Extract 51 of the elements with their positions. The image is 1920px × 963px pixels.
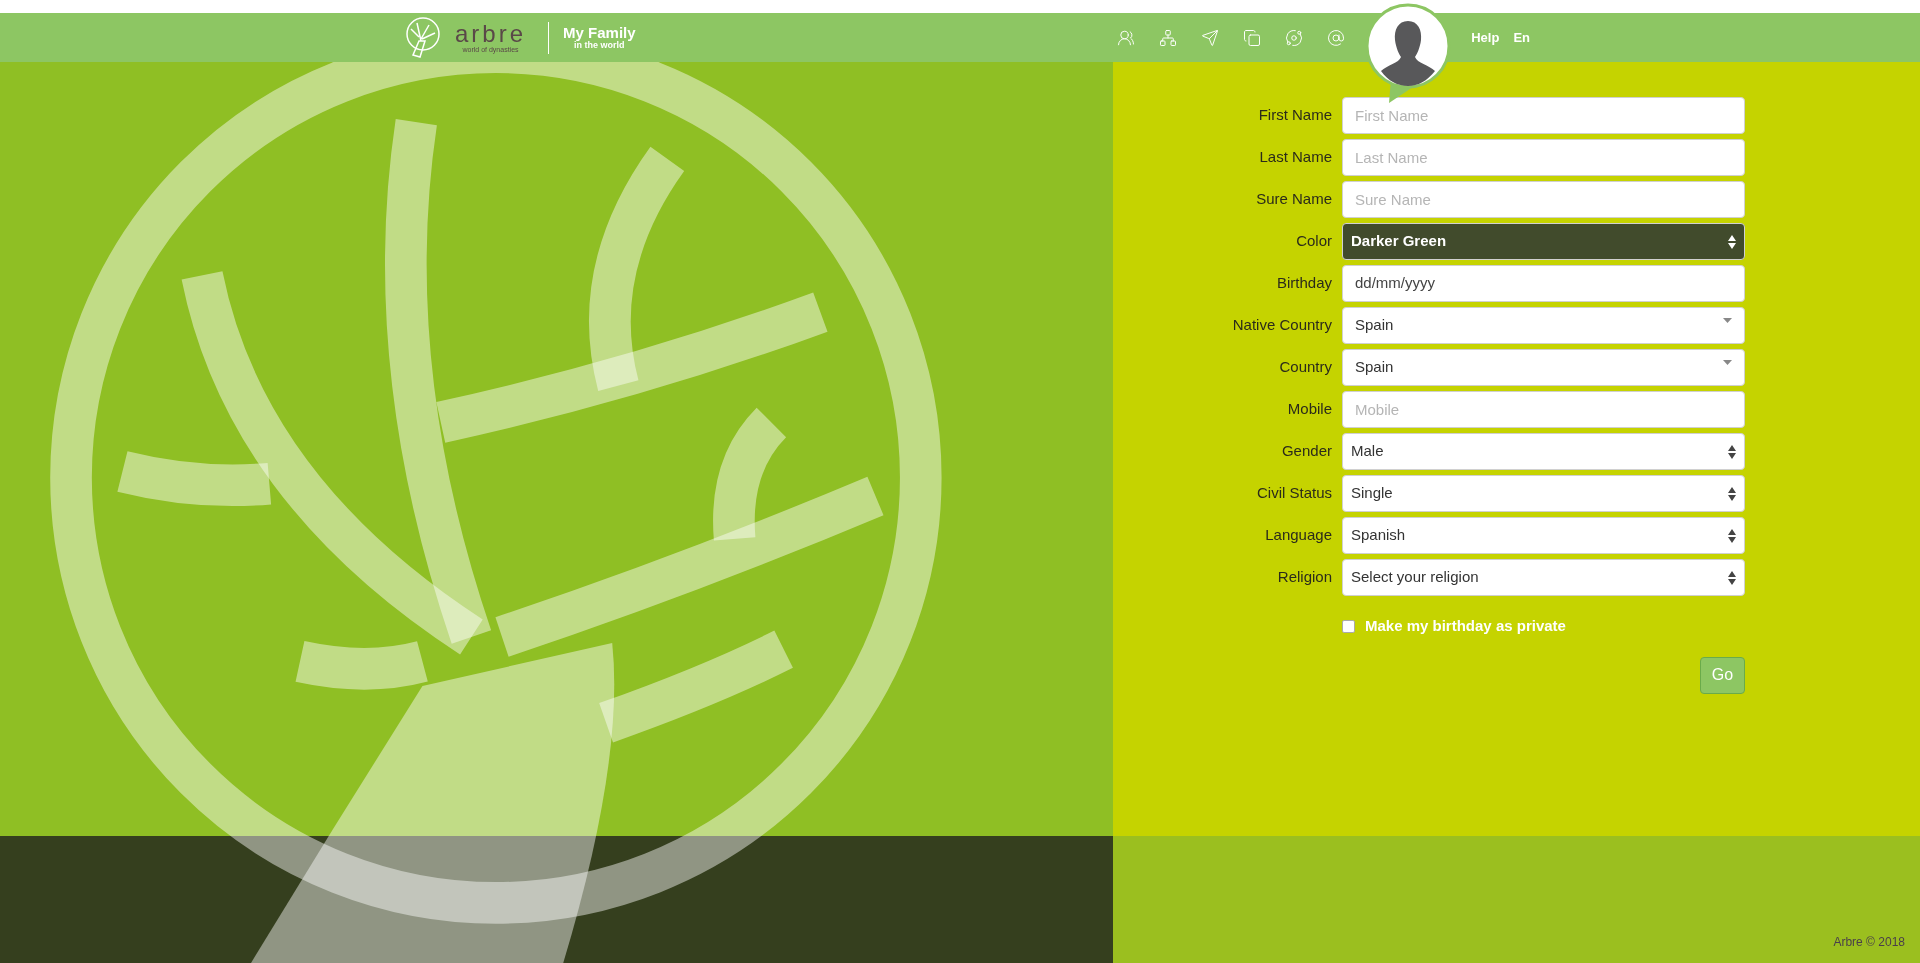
select-value: Male <box>1351 441 1384 462</box>
updown-arrows-icon <box>1728 234 1736 249</box>
app-title: My Family <box>563 25 636 40</box>
paper-plane-icon[interactable] <box>1201 28 1220 47</box>
logo-name: arbre <box>455 21 527 46</box>
select-field[interactable]: Spanish <box>1342 517 1745 554</box>
select-value: Darker Green <box>1351 231 1447 252</box>
network-icon[interactable] <box>1159 28 1178 47</box>
updown-arrows-icon <box>1728 444 1736 459</box>
select-value: Select your religion <box>1351 567 1479 588</box>
text-field[interactable]: Sure Name <box>1342 181 1745 218</box>
dropdown[interactable]: Spain <box>1342 307 1745 344</box>
select-field[interactable]: Select your religion <box>1342 559 1745 596</box>
orbit-icon[interactable] <box>1285 28 1304 47</box>
field-label: Country <box>1278 357 1332 378</box>
text-field[interactable]: Mobile <box>1342 391 1745 428</box>
caret-icon <box>1723 360 1732 366</box>
updown-arrows-icon <box>1728 486 1736 501</box>
field-label: Language <box>1264 525 1332 546</box>
field-label: Sure Name <box>1255 189 1332 210</box>
checkbox[interactable] <box>1342 619 1355 633</box>
field-label: Native Country <box>1231 315 1332 336</box>
dropdown[interactable]: Spain <box>1342 349 1745 386</box>
people-icon[interactable] <box>1117 28 1136 47</box>
field-label: Mobile <box>1286 399 1332 420</box>
field-label: Civil Status <box>1255 483 1332 504</box>
tree-logo-icon <box>405 16 441 59</box>
select-field[interactable]: Male <box>1342 433 1745 470</box>
field-label: Color <box>1295 231 1332 252</box>
field-label: Birthday <box>1275 273 1332 294</box>
copyright: Arbre © 2018 <box>1833 934 1905 951</box>
at-sign-icon[interactable] <box>1327 28 1346 47</box>
updown-arrows-icon <box>1728 570 1736 585</box>
field-label: First Name <box>1257 105 1332 126</box>
date-field[interactable]: dd/mm/yyyy <box>1342 265 1745 302</box>
caret-icon <box>1723 318 1732 324</box>
copy-icon[interactable] <box>1243 28 1262 47</box>
select-value: Single <box>1351 483 1393 504</box>
checkbox-label: Make my birthday as private <box>1365 616 1566 636</box>
field-label: Gender <box>1280 441 1332 462</box>
text-field[interactable]: First Name <box>1342 97 1745 134</box>
dropdown-value: Spain <box>1355 315 1394 336</box>
select-field[interactable]: Single <box>1342 475 1745 512</box>
select-value: Spanish <box>1351 525 1406 546</box>
field-label: Religion <box>1276 567 1332 588</box>
updown-arrows-icon <box>1728 528 1736 543</box>
field-label: Last Name <box>1258 147 1332 168</box>
text-field[interactable]: Last Name <box>1342 139 1745 176</box>
app-subtitle: in the world <box>574 40 625 50</box>
select-field[interactable]: Darker Green <box>1342 223 1745 260</box>
dropdown-value: Spain <box>1355 357 1394 378</box>
